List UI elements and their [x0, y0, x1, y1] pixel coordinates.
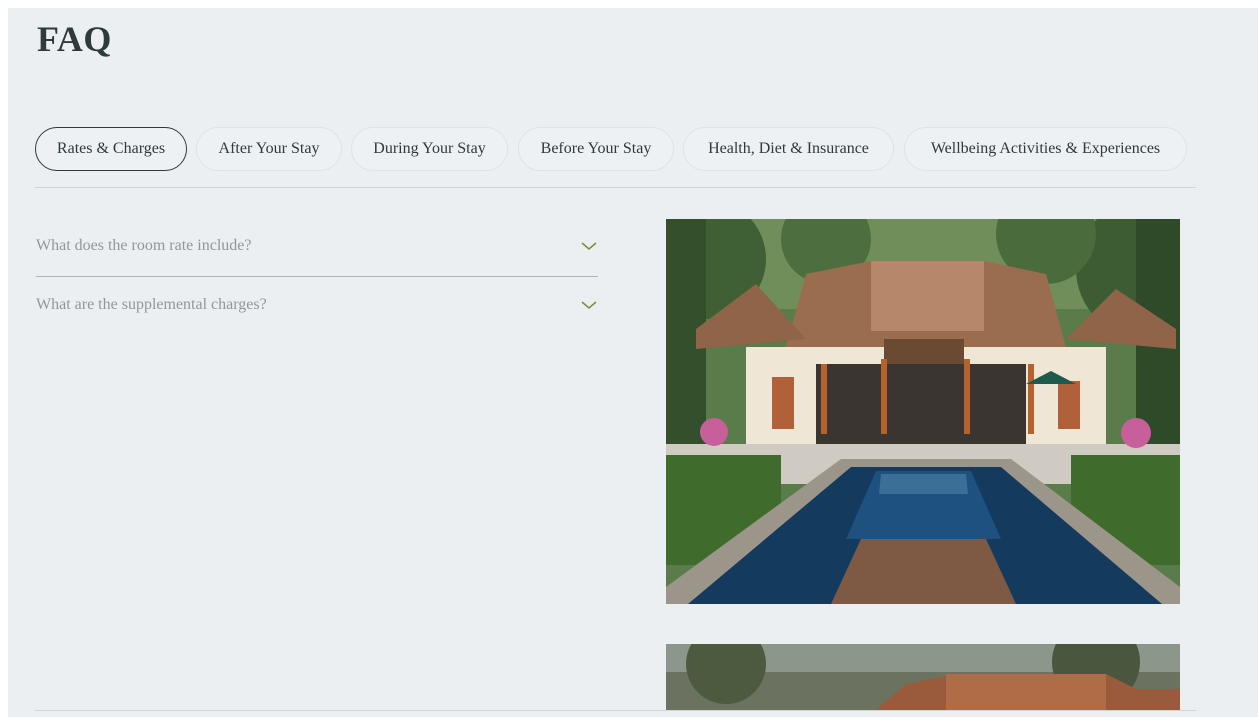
tabs-divider [35, 187, 1196, 188]
tab-rates-charges[interactable]: Rates & Charges [35, 127, 187, 171]
tab-after-your-stay[interactable]: After Your Stay [196, 127, 342, 171]
bottom-divider [35, 710, 1196, 711]
page-title: FAQ [37, 19, 112, 59]
tab-health-diet-insurance[interactable]: Health, Diet & Insurance [683, 127, 894, 171]
faq-section: FAQ Rates & Charges After Your Stay Duri… [8, 8, 1258, 717]
faq-question: What does the room rate include? [36, 237, 252, 254]
tab-during-your-stay[interactable]: During Your Stay [351, 127, 508, 171]
faq-item-room-rate[interactable]: What does the room rate include? [36, 237, 598, 277]
tab-wellbeing-activities-experiences[interactable]: Wellbeing Activities & Experiences [904, 127, 1187, 171]
villa-pool-photo [666, 219, 1180, 604]
tab-before-your-stay[interactable]: Before Your Stay [518, 127, 674, 171]
faq-question: What are the supplemental charges? [36, 296, 267, 313]
villa-dusk-photo [666, 644, 1180, 710]
chevron-down-icon [581, 301, 597, 310]
faq-item-supplemental-charges[interactable]: What are the supplemental charges? [36, 296, 598, 352]
chevron-down-icon [581, 242, 597, 251]
